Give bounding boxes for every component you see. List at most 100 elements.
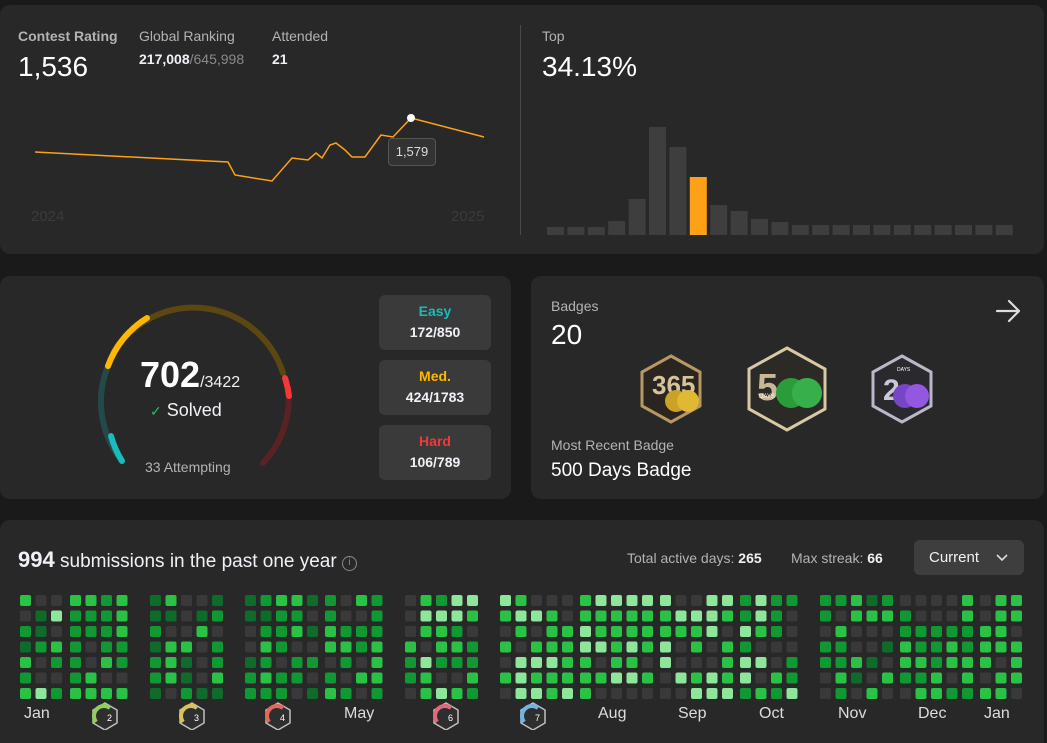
heatmap-cell[interactable] [451,641,463,653]
heatmap-cell[interactable] [212,641,223,653]
heatmap-cell[interactable] [562,672,573,684]
heatmap-cell[interactable] [436,688,447,699]
heatmap-cell[interactable] [371,610,383,622]
heatmap-cell[interactable] [626,657,638,668]
heatmap-cell[interactable] [515,595,527,606]
heatmap-cell[interactable] [562,657,573,668]
heatmap-cell[interactable] [771,688,782,699]
heatmap-cell[interactable] [420,688,432,699]
heatmap-cell[interactable] [786,610,798,622]
heatmap-cell[interactable] [946,610,958,622]
heatmap-cell[interactable] [980,641,991,653]
heatmap-cell[interactable] [706,626,718,637]
heatmap-cell[interactable] [642,688,653,699]
heatmap-cell[interactable] [451,595,463,606]
heatmap-cell[interactable] [356,688,367,699]
heatmap-cell[interactable] [116,688,128,699]
heatmap-cell[interactable] [196,688,208,699]
heatmap-cell[interactable] [835,657,847,668]
heatmap-cell[interactable] [245,641,256,653]
monthly-badge-icon[interactable]: 7 [520,702,546,730]
period-dropdown[interactable]: Current [914,540,1024,575]
heatmap-cell[interactable] [931,595,942,606]
heatmap-cell[interactable] [546,610,558,622]
heatmap-cell[interactable] [660,641,671,653]
heatmap-cell[interactable] [420,672,432,684]
heatmap-cell[interactable] [70,626,81,637]
heatmap-cell[interactable] [786,672,798,684]
heatmap-cell[interactable] [405,688,416,699]
heatmap-cell[interactable] [20,657,31,668]
heatmap-cell[interactable] [340,657,352,668]
heatmap-cell[interactable] [866,688,878,699]
heatmap-cell[interactable] [291,688,303,699]
heatmap-cell[interactable] [181,595,192,606]
heatmap-cell[interactable] [820,657,831,668]
heatmap-cell[interactable] [85,610,97,622]
heatmap-cell[interactable] [562,595,573,606]
heatmap-cell[interactable] [820,626,831,637]
monthly-badge-icon[interactable]: 3 [179,702,205,730]
heatmap-cell[interactable] [691,672,702,684]
heatmap-cell[interactable] [706,641,718,653]
heatmap-cell[interactable] [882,610,893,622]
heatmap-cell[interactable] [931,672,942,684]
heatmap-cell[interactable] [436,657,447,668]
heatmap-cell[interactable] [562,610,573,622]
heatmap-cell[interactable] [722,688,733,699]
heatmap-cell[interactable] [371,657,383,668]
heatmap-cell[interactable] [820,672,831,684]
heatmap-cell[interactable] [740,672,751,684]
heatmap-cell[interactable] [196,657,208,668]
heatmap-cell[interactable] [691,641,702,653]
heatmap-cell[interactable] [307,641,318,653]
heatmap-cell[interactable] [946,657,958,668]
heatmap-cell[interactable] [962,657,973,668]
heatmap-cell[interactable] [771,595,782,606]
heatmap-cell[interactable] [900,688,911,699]
heatmap-cell[interactable] [420,595,432,606]
heatmap-cell[interactable] [580,657,591,668]
heatmap-cell[interactable] [626,672,638,684]
heatmap-cell[interactable] [291,657,303,668]
heatmap-cell[interactable] [786,595,798,606]
heatmap-cell[interactable] [101,641,112,653]
heatmap-cell[interactable] [467,688,478,699]
heatmap-cell[interactable] [722,626,733,637]
heatmap-cell[interactable] [611,641,622,653]
heatmap-cell[interactable] [51,641,62,653]
heatmap-cell[interactable] [980,626,991,637]
heatmap-cell[interactable] [980,657,991,668]
heatmap-cell[interactable] [196,626,208,637]
heatmap-cell[interactable] [882,641,893,653]
monthly-badge-icon[interactable]: 2 [92,702,118,730]
heatmap-cell[interactable] [660,610,671,622]
heatmap-cell[interactable] [20,688,31,699]
heatmap-cell[interactable] [900,595,911,606]
heatmap-cell[interactable] [181,610,192,622]
heatmap-cell[interactable] [276,626,287,637]
heatmap-cell[interactable] [451,688,463,699]
heatmap-cell[interactable] [307,672,318,684]
heatmap-cell[interactable] [740,641,751,653]
heatmap-cell[interactable] [706,672,718,684]
heatmap-cell[interactable] [866,595,878,606]
heatmap-cell[interactable] [786,641,798,653]
heatmap-cell[interactable] [931,626,942,637]
heatmap-cell[interactable] [740,688,751,699]
heatmap-cell[interactable] [371,595,383,606]
heatmap-cell[interactable] [691,657,702,668]
heatmap-cell[interactable] [196,595,208,606]
heatmap-cell[interactable] [371,626,383,637]
heatmap-cell[interactable] [212,688,223,699]
heatmap-cell[interactable] [915,641,927,653]
200-days-badge-icon[interactable]: 2 DAYS [869,354,935,424]
heatmap-cell[interactable] [101,626,112,637]
heatmap-cell[interactable] [116,595,128,606]
heatmap-cell[interactable] [740,657,751,668]
heatmap-cell[interactable] [325,626,336,637]
heatmap-cell[interactable] [626,595,638,606]
heatmap-cell[interactable] [35,610,47,622]
heatmap-cell[interactable] [325,657,336,668]
heatmap-cell[interactable] [356,657,367,668]
